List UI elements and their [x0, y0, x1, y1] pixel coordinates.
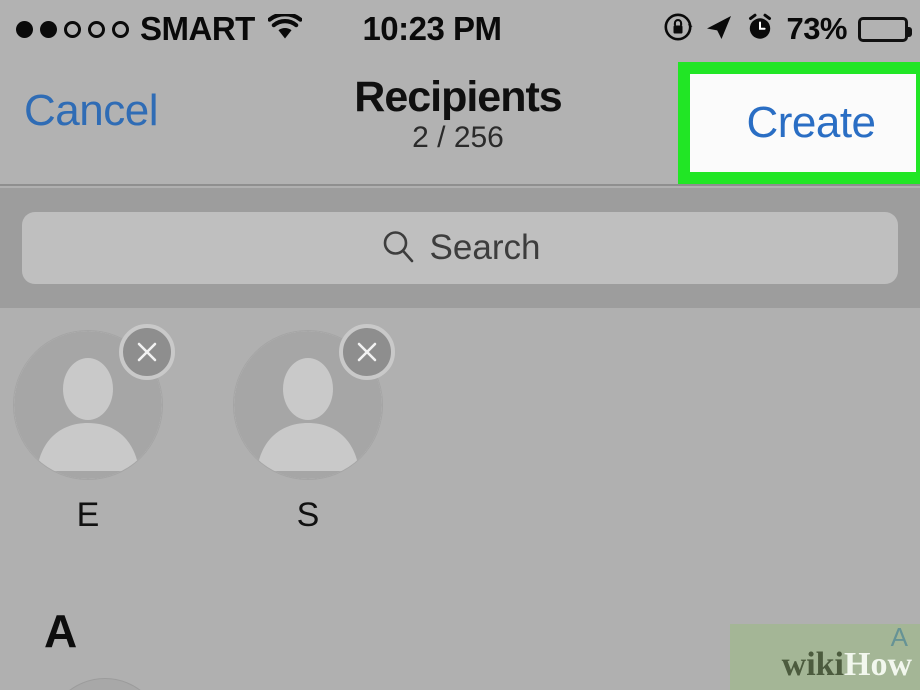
- create-button[interactable]: Create: [690, 74, 916, 172]
- phone-screen: SMART 10:23 PM 73% Cancel Recipients 2 /…: [0, 0, 920, 690]
- close-icon: [137, 342, 157, 362]
- signal-dot-empty: [112, 20, 129, 38]
- alphabet-index-letter[interactable]: A: [891, 622, 908, 653]
- rotation-lock-icon: [663, 12, 693, 47]
- signal-dot-empty: [88, 20, 105, 38]
- avatar: [233, 324, 395, 480]
- contact-section-header: A: [44, 605, 77, 657]
- search-input[interactable]: Search: [22, 212, 898, 284]
- battery-percentage: 73%: [786, 11, 847, 46]
- status-bar: SMART 10:23 PM 73%: [0, 0, 920, 58]
- signal-strength-dots: [16, 20, 129, 38]
- location-arrow-icon: [704, 12, 734, 47]
- battery-icon: [858, 16, 912, 42]
- close-icon: [357, 342, 377, 362]
- search-icon: [380, 228, 416, 269]
- alarm-clock-icon: [745, 12, 775, 47]
- status-bar-right: 73%: [663, 0, 912, 58]
- remove-recipient-button[interactable]: [119, 324, 175, 380]
- cancel-button[interactable]: Cancel: [24, 86, 158, 136]
- signal-dot-filled: [40, 20, 57, 38]
- contacts-area: E S A: [0, 308, 920, 690]
- remove-recipient-button[interactable]: [339, 324, 395, 380]
- contact-avatar-partial: [46, 678, 164, 690]
- search-placeholder-text: Search: [429, 228, 541, 267]
- carrier-name: SMART: [140, 10, 255, 47]
- selected-recipients-row: E S: [0, 308, 920, 558]
- search-bar-container: Search: [0, 188, 920, 308]
- selected-recipient[interactable]: E: [0, 324, 178, 535]
- recipient-label: E: [76, 496, 100, 534]
- status-bar-clock: 10:23 PM: [362, 10, 502, 47]
- create-button-highlight: Create: [678, 62, 920, 184]
- recipient-label: S: [296, 496, 320, 534]
- wifi-icon: [267, 11, 303, 45]
- signal-dot-empty: [64, 20, 81, 38]
- create-button-label: Create: [746, 98, 876, 147]
- signal-dot-filled: [16, 20, 33, 38]
- avatar: [13, 324, 175, 480]
- status-bar-left: SMART: [16, 0, 303, 58]
- selected-recipient[interactable]: S: [218, 324, 398, 535]
